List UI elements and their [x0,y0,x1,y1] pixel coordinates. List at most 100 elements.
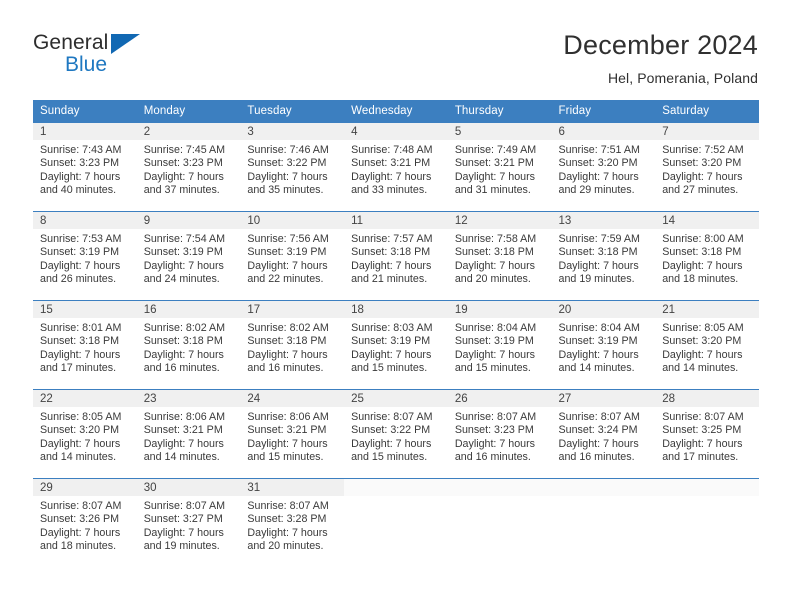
day-daylight-text: and 33 minutes. [351,184,428,197]
calendar-day-cell[interactable]: 13 Sunrise: 7:59 AM Sunset: 3:18 PM Dayligh… [551,211,656,301]
calendar-day-cell[interactable]: 17 Sunrise: 8:02 AM Sunset: 3:18 PM Dayligh… [240,300,345,390]
calendar-day-cell[interactable]: 9 Sunrise: 7:54 AM Sunset: 3:19 PM Daylight… [136,211,241,301]
calendar-day-cell[interactable]: 1 Sunrise: 7:43 AM Sunset: 3:23 PM Daylight… [33,122,137,212]
calendar-day-cell[interactable]: 7 Sunrise: 7:52 AM Sunset: 3:20 PM Daylight… [655,122,759,212]
day-details: Sunrise: 8:06 AM Sunset: 3:21 PM Daylight:… [137,407,241,465]
calendar-day-cell[interactable]: 23 Sunrise: 8:06 AM Sunset: 3:21 PM Dayligh… [136,389,241,479]
day-daylight-text: and 26 minutes. [40,273,117,286]
day-sunrise-text: Sunrise: 7:43 AM [40,144,122,156]
day-details [448,496,552,500]
calendar-body: 1 Sunrise: 7:43 AM Sunset: 3:23 PM Daylight… [33,122,759,568]
day-details [655,496,759,500]
calendar-week-row: 15 Sunrise: 8:01 AM Sunset: 3:18 PM Dayligh… [33,300,759,390]
day-daylight-text: and 18 minutes. [40,540,117,553]
day-daylight-text: Daylight: 7 hours [662,348,743,361]
day-daylight-text: and 19 minutes. [143,540,220,553]
day-daylight-text: and 15 minutes. [247,451,324,464]
calendar-day-cell[interactable]: 12 Sunrise: 7:58 AM Sunset: 3:18 PM Dayligh… [447,211,552,301]
day-daylight-text: Daylight: 7 hours [143,259,224,272]
day-details: Sunrise: 8:07 AM Sunset: 3:27 PM Daylight:… [137,496,241,554]
day-details [552,496,656,500]
calendar-day-cell[interactable]: 2 Sunrise: 7:45 AM Sunset: 3:23 PM Daylight… [136,122,241,212]
calendar-day-cell[interactable]: 20 Sunrise: 8:04 AM Sunset: 3:19 PM Dayligh… [551,300,656,390]
calendar-day-cell[interactable]: 27 Sunrise: 8:07 AM Sunset: 3:24 PM Dayligh… [551,389,656,479]
day-sunset-text: Sunset: 3:28 PM [247,513,327,526]
calendar-day-cell[interactable]: 10 Sunrise: 7:56 AM Sunset: 3:19 PM Dayligh… [240,211,345,301]
calendar-day-cell[interactable]: 15 Sunrise: 8:01 AM Sunset: 3:18 PM Dayligh… [33,300,137,390]
calendar-day-cell[interactable]: 29 Sunrise: 8:07 AM Sunset: 3:26 PM Dayligh… [33,478,137,568]
day-sunset-text: Sunset: 3:26 PM [40,513,120,526]
day-number: 27 [551,390,656,407]
day-number: 4 [344,123,448,140]
day-details: Sunrise: 7:57 AM Sunset: 3:18 PM Daylight:… [344,229,448,287]
calendar-day-cell[interactable]: 5 Sunrise: 7:49 AM Sunset: 3:21 PM Daylight… [447,122,552,212]
day-sunrise-text: Sunrise: 8:05 AM [40,411,122,423]
day-sunset-text: Sunset: 3:25 PM [662,424,742,437]
calendar-day-cell[interactable]: 19 Sunrise: 8:04 AM Sunset: 3:19 PM Dayligh… [447,300,552,390]
day-details: Sunrise: 7:54 AM Sunset: 3:19 PM Daylight:… [137,229,241,287]
day-daylight-text: and 35 minutes. [247,184,324,197]
calendar-day-cell[interactable]: 28 Sunrise: 8:07 AM Sunset: 3:25 PM Dayligh… [655,389,759,479]
calendar-day-cell[interactable]: 14 Sunrise: 8:00 AM Sunset: 3:18 PM Dayligh… [655,211,759,301]
calendar-day-cell[interactable]: 21 Sunrise: 8:05 AM Sunset: 3:20 PM Dayligh… [655,300,759,390]
logo-text-general: General [33,31,109,54]
day-number: 8 [33,212,137,229]
day-sunset-text: Sunset: 3:18 PM [247,335,327,348]
day-daylight-text: and 14 minutes. [40,451,117,464]
day-sunset-text: Sunset: 3:22 PM [351,424,431,437]
day-daylight-text: Daylight: 7 hours [351,170,432,183]
day-daylight-text: and 27 minutes. [662,184,739,197]
calendar-day-cell[interactable]: 3 Sunrise: 7:46 AM Sunset: 3:22 PM Daylight… [240,122,345,212]
day-daylight-text: Daylight: 7 hours [558,259,639,272]
calendar-day-cell[interactable]: 30 Sunrise: 8:07 AM Sunset: 3:27 PM Dayligh… [136,478,241,568]
calendar-day-cell-empty [551,478,656,568]
logo[interactable]: General Blue [33,28,163,88]
day-daylight-text: and 14 minutes. [558,362,635,375]
day-daylight-text: and 19 minutes. [558,273,635,286]
calendar-day-cell[interactable]: 26 Sunrise: 8:07 AM Sunset: 3:23 PM Dayligh… [447,389,552,479]
day-sunrise-text: Sunrise: 8:07 AM [662,411,744,423]
day-details: Sunrise: 8:02 AM Sunset: 3:18 PM Daylight:… [137,318,241,376]
calendar-day-cell[interactable]: 6 Sunrise: 7:51 AM Sunset: 3:20 PM Daylight… [551,122,656,212]
day-daylight-text: and 21 minutes. [351,273,428,286]
day-details: Sunrise: 7:45 AM Sunset: 3:23 PM Daylight:… [137,140,241,198]
calendar-day-cell-empty [655,478,759,568]
calendar-day-cell[interactable]: 24 Sunrise: 8:06 AM Sunset: 3:21 PM Dayligh… [240,389,345,479]
day-number [551,479,656,496]
calendar-day-cell[interactable]: 18 Sunrise: 8:03 AM Sunset: 3:19 PM Dayligh… [344,300,448,390]
calendar-day-cell[interactable]: 11 Sunrise: 7:57 AM Sunset: 3:18 PM Dayligh… [344,211,448,301]
day-details: Sunrise: 7:46 AM Sunset: 3:22 PM Daylight:… [240,140,344,198]
calendar-day-cell[interactable]: 4 Sunrise: 7:48 AM Sunset: 3:21 PM Daylight… [344,122,448,212]
calendar-day-cell[interactable]: 8 Sunrise: 7:53 AM Sunset: 3:19 PM Daylight… [33,211,137,301]
calendar-day-cell[interactable]: 25 Sunrise: 8:07 AM Sunset: 3:22 PM Dayligh… [344,389,448,479]
logo-text-blue: Blue [65,53,108,76]
day-details: Sunrise: 7:59 AM Sunset: 3:18 PM Daylight:… [552,229,656,287]
day-daylight-text: and 15 minutes. [351,451,428,464]
calendar-day-cell[interactable]: 16 Sunrise: 8:02 AM Sunset: 3:18 PM Dayligh… [136,300,241,390]
day-number: 17 [240,301,345,318]
day-details: Sunrise: 8:07 AM Sunset: 3:23 PM Daylight:… [448,407,552,465]
day-sunset-text: Sunset: 3:20 PM [558,157,638,170]
day-number: 5 [447,123,552,140]
day-sunrise-text: Sunrise: 8:04 AM [454,322,537,334]
day-details: Sunrise: 8:07 AM Sunset: 3:24 PM Daylight:… [552,407,656,465]
day-sunrise-text: Sunrise: 7:48 AM [351,144,433,156]
day-details: Sunrise: 7:52 AM Sunset: 3:20 PM Daylight:… [655,140,759,198]
day-sunset-text: Sunset: 3:21 PM [143,424,223,437]
day-sunrise-text: Sunrise: 7:53 AM [40,233,122,245]
calendar-day-cell[interactable]: 22 Sunrise: 8:05 AM Sunset: 3:20 PM Dayligh… [33,389,137,479]
day-sunrise-text: Sunrise: 7:57 AM [351,233,433,245]
page-subtitle: Hel, Pomerania, Poland [607,70,758,87]
day-number: 20 [551,301,656,318]
day-details: Sunrise: 8:04 AM Sunset: 3:19 PM Daylight:… [552,318,656,376]
day-sunrise-text: Sunrise: 8:02 AM [143,322,226,334]
day-number: 24 [240,390,345,407]
day-sunset-text: Sunset: 3:19 PM [40,246,120,259]
day-sunset-text: Sunset: 3:23 PM [143,157,223,170]
day-details: Sunrise: 8:06 AM Sunset: 3:21 PM Daylight:… [240,407,344,465]
calendar-day-cell[interactable]: 31 Sunrise: 8:07 AM Sunset: 3:28 PM Dayligh… [240,478,345,568]
day-sunrise-text: Sunrise: 7:59 AM [558,233,640,245]
day-details: Sunrise: 7:53 AM Sunset: 3:19 PM Daylight:… [33,229,137,287]
day-number: 29 [33,479,137,496]
day-daylight-text: and 16 minutes. [558,451,635,464]
